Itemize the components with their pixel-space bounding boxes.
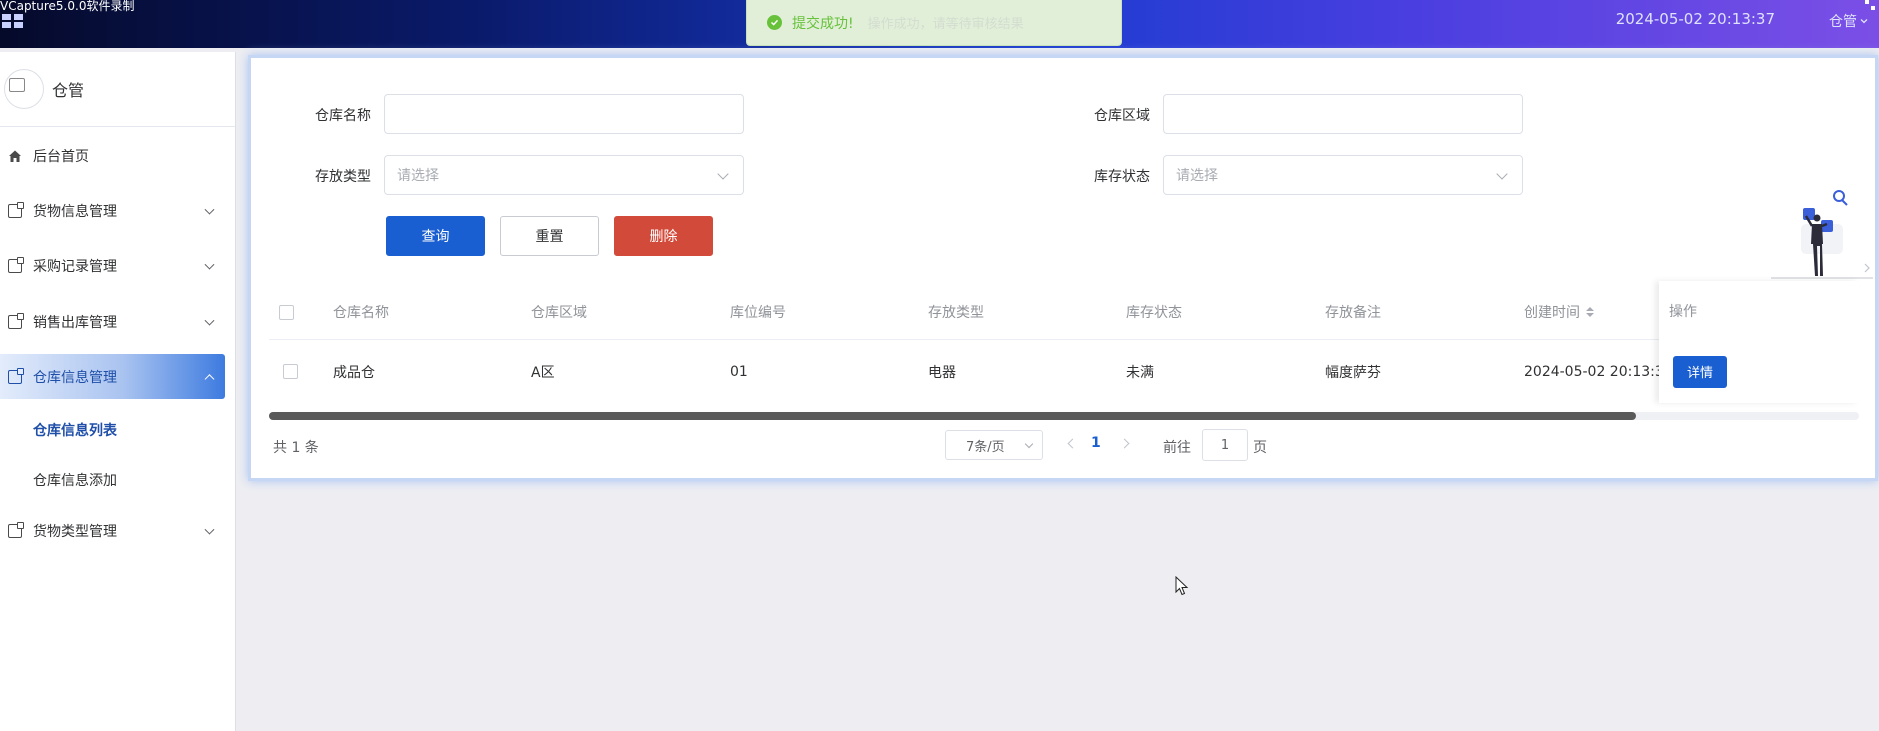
toast-message: 提交成功! <box>792 15 854 32</box>
search-illustration <box>1771 190 1873 279</box>
sidebar-item-label: 采购记录管理 <box>33 258 117 275</box>
check-circle-icon <box>767 15 782 30</box>
sidebar-item-home[interactable]: 后台首页 <box>0 133 225 178</box>
pagination: 共 1 条 7条/页 1 前往 页 <box>269 429 1859 463</box>
warehouse-name-label: 仓库名称 <box>315 108 371 124</box>
column-header: 仓库区域 <box>531 305 587 321</box>
sidebar-item-goods[interactable]: 货物信息管理 <box>0 188 225 233</box>
document-icon <box>8 201 24 218</box>
chevron-down-icon <box>1860 19 1868 24</box>
toast-ghost-text: 操作成功，请等待审核结果 <box>867 17 1024 32</box>
home-icon <box>9 150 21 162</box>
main-card: 仓库名称 仓库区域 存放类型 请选择 库存状态 请选择 查询 重置 删除 仓库名… <box>248 55 1878 481</box>
sidebar-subitem-label: 仓库信息添加 <box>33 472 117 489</box>
warehouse-area-input[interactable] <box>1163 94 1523 134</box>
column-header: 仓库名称 <box>333 305 389 321</box>
goto-label: 前往 <box>1163 440 1191 456</box>
table-cell: 01 <box>730 363 748 380</box>
column-header-label: 创建时间 <box>1524 305 1580 321</box>
user-menu[interactable]: 仓管 <box>1829 11 1869 31</box>
sidebar-item-label: 货物类型管理 <box>33 523 117 540</box>
reset-button[interactable]: 重置 <box>500 216 599 256</box>
sidebar-item-label: 后台首页 <box>33 148 89 165</box>
chevron-up-icon <box>204 373 215 384</box>
chevron-down-icon <box>204 524 215 535</box>
chevron-down-icon <box>1496 168 1508 180</box>
success-toast: 提交成功! 操作成功，请等待审核结果 <box>746 0 1122 46</box>
chevron-down-icon <box>204 204 215 215</box>
select-all-cell <box>279 285 294 339</box>
user-name: 仓管 <box>1829 14 1857 30</box>
select-placeholder: 请选择 <box>1176 168 1218 184</box>
prev-page-icon[interactable] <box>1067 438 1078 449</box>
sidebar-item-label: 仓库信息管理 <box>33 369 117 386</box>
table-cell: A区 <box>531 364 555 381</box>
total-count: 共 1 条 <box>273 440 319 456</box>
table-cell: 电器 <box>928 364 956 381</box>
column-header: 库位编号 <box>730 305 786 321</box>
row-checkbox[interactable] <box>283 364 298 379</box>
next-page-icon[interactable] <box>1119 438 1130 449</box>
page-size-select[interactable]: 7条/页 <box>945 430 1043 460</box>
horizontal-scrollbar[interactable] <box>269 412 1859 420</box>
sidebar-subitem-warehouse-add[interactable]: 仓库信息添加 <box>0 457 225 502</box>
select-placeholder: 请选择 <box>397 168 439 184</box>
column-header: 操作 <box>1669 303 1697 320</box>
column-header: 库存状态 <box>1126 305 1182 321</box>
chevron-down-icon <box>204 259 215 270</box>
avatar <box>4 69 44 109</box>
sort-icon[interactable] <box>1586 307 1594 317</box>
detail-button[interactable]: 详情 <box>1673 355 1727 388</box>
page-size-value: 7条/页 <box>966 439 1005 455</box>
select-all-checkbox[interactable] <box>279 304 294 320</box>
sidebar-item-warehouse[interactable]: 仓库信息管理 <box>0 354 225 399</box>
warehouse-area-label: 仓库区域 <box>1094 108 1150 124</box>
table-cell: 未满 <box>1126 364 1154 381</box>
scrollbar-thumb[interactable] <box>269 412 1637 420</box>
document-icon <box>8 312 24 329</box>
header-datetime: 2024-05-02 20:13:37 <box>1615 10 1775 28</box>
grid-icon[interactable] <box>2 14 24 28</box>
document-icon <box>8 367 24 384</box>
sidebar-item-sales[interactable]: 销售出库管理 <box>0 299 225 344</box>
sidebar-brand: 仓管 <box>0 52 235 127</box>
table-row: 成品仓 A区 01 电器 未满 幅度萨芬 2024-05-02 20:13:38 <box>269 340 1859 403</box>
fixed-action-column: 操作 详情 <box>1659 281 1859 403</box>
delete-button[interactable]: 删除 <box>614 216 713 256</box>
sidebar-item-purchase[interactable]: 采购记录管理 <box>0 243 225 288</box>
brand-label: 仓管 <box>52 81 85 100</box>
mouse-cursor-icon <box>1175 576 1189 596</box>
row-select-cell <box>283 340 298 403</box>
storage-type-select[interactable]: 请选择 <box>384 155 744 195</box>
stock-status-label: 库存状态 <box>1094 169 1150 185</box>
sidebar-item-label: 货物信息管理 <box>33 203 117 220</box>
column-header: 存放类型 <box>928 305 984 321</box>
chevron-down-icon <box>204 315 215 326</box>
goto-page-input[interactable] <box>1202 429 1248 461</box>
document-icon <box>8 256 24 273</box>
query-button[interactable]: 查询 <box>386 216 485 256</box>
sidebar-item-label: 销售出库管理 <box>33 314 117 331</box>
chevron-down-icon <box>717 168 729 180</box>
warehouse-name-input[interactable] <box>384 94 744 134</box>
page-number[interactable]: 1 <box>1091 435 1101 451</box>
sidebar-subitem-label: 仓库信息列表 <box>33 422 117 439</box>
column-header: 存放备注 <box>1325 305 1381 321</box>
chevron-down-icon <box>1024 439 1034 449</box>
table-cell: 2024-05-02 20:13:38 <box>1524 363 1673 380</box>
window-title: VCapture5.0.0软件录制 <box>0 0 135 13</box>
storage-type-label: 存放类型 <box>315 169 371 185</box>
table-cell: 幅度萨芬 <box>1325 364 1381 381</box>
document-icon <box>8 521 24 538</box>
stock-status-select[interactable]: 请选择 <box>1163 155 1523 195</box>
sidebar-subitem-warehouse-list[interactable]: 仓库信息列表 <box>0 407 225 452</box>
sidebar: 仓管 后台首页 货物信息管理 采购记录管理 销售出库管理 仓库信息管理 仓库信息… <box>0 52 236 731</box>
action-cell: 详情 <box>1673 340 1727 403</box>
table-header: 仓库名称 仓库区域 库位编号 存放类型 库存状态 存放备注 创建时间 <box>269 285 1859 340</box>
page-unit-label: 页 <box>1253 440 1267 456</box>
column-header-sortable[interactable]: 创建时间 <box>1524 285 1594 339</box>
table-cell: 成品仓 <box>333 364 375 381</box>
sidebar-item-goods-type[interactable]: 货物类型管理 <box>0 508 225 553</box>
